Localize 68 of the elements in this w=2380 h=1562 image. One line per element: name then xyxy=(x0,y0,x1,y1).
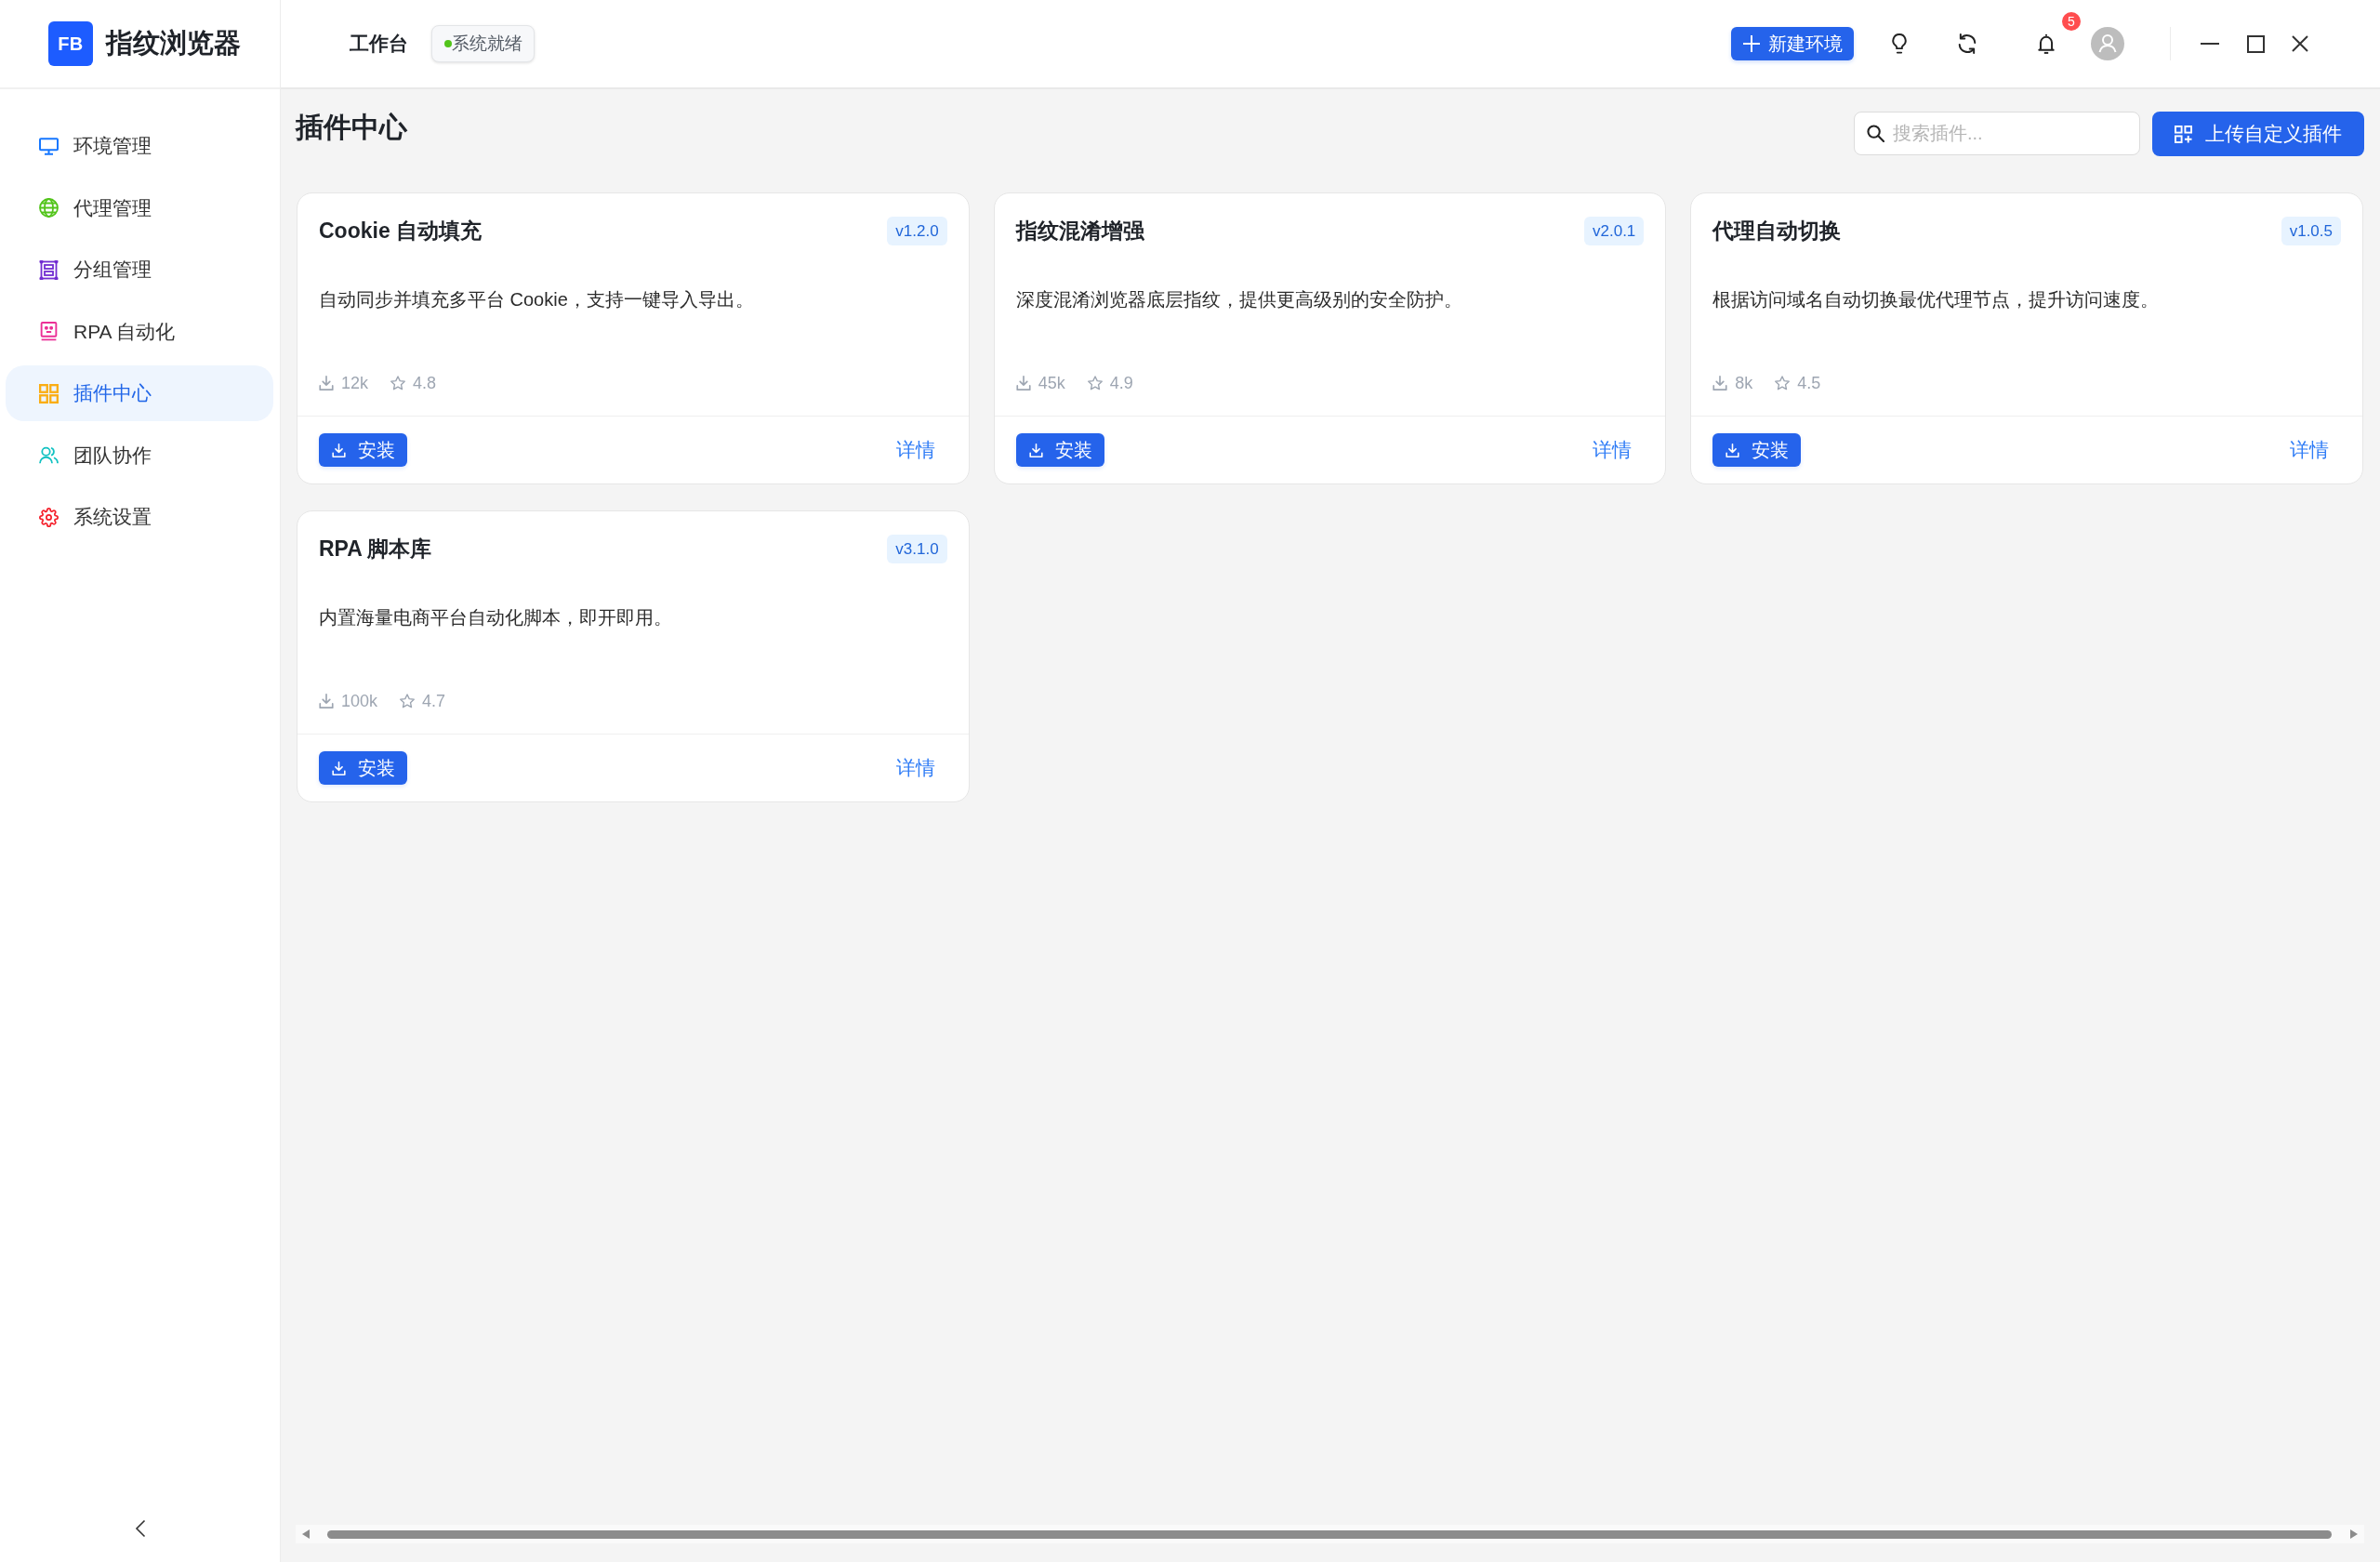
plugin-description: 内置海量电商平台自动化脚本，即开即用。 xyxy=(319,606,673,629)
scrollbar-thumb[interactable] xyxy=(327,1529,2332,1539)
sidebar-item[interactable]: 环境管理 xyxy=(6,118,273,174)
install-button[interactable]: 安装 xyxy=(1712,433,1802,467)
download-icon xyxy=(1028,443,1043,457)
install-button[interactable]: 安装 xyxy=(1015,433,1104,467)
rating-value: 4.5 xyxy=(1797,373,1821,393)
new-environment-button[interactable]: 新建环境 xyxy=(1731,27,1854,60)
download-count: 8k xyxy=(1735,373,1753,393)
page-title: 插件中心 xyxy=(296,111,407,144)
bell-icon[interactable] xyxy=(2036,33,2056,54)
search-icon xyxy=(1867,125,1884,142)
sidebar-item[interactable]: RPA 自动化 xyxy=(6,303,273,360)
plus-icon xyxy=(1743,35,1760,52)
download-count: 12k xyxy=(341,373,369,393)
rating-value: 4.9 xyxy=(1109,373,1133,393)
download-icon xyxy=(1712,376,1728,390)
scroll-left-icon[interactable] xyxy=(302,1529,310,1539)
sidebar-item[interactable]: 系统设置 xyxy=(6,489,273,545)
search-field[interactable]: 搜索插件... xyxy=(1854,112,2140,155)
status-text: 系统就绪 xyxy=(452,33,522,55)
maximize-icon[interactable] xyxy=(2246,34,2265,53)
plugin-title: RPA 脚本库 xyxy=(319,536,432,563)
download-icon xyxy=(332,761,346,775)
refresh-icon[interactable] xyxy=(1957,33,1977,54)
details-link[interactable]: 详情 xyxy=(2290,437,2329,463)
install-button[interactable]: 安装 xyxy=(319,751,407,785)
sidebar-item[interactable]: 插件中心 xyxy=(6,365,273,421)
install-button[interactable]: 安装 xyxy=(319,433,407,467)
lightbulb-icon[interactable] xyxy=(1889,33,1910,54)
sidebar-item[interactable]: 团队协作 xyxy=(6,427,273,483)
app-name: 指纹浏览器 xyxy=(106,27,241,60)
star-icon xyxy=(390,376,406,390)
plugin-title: 代理自动切换 xyxy=(1712,218,1842,245)
sidebar-item[interactable]: 代理管理 xyxy=(6,179,273,236)
rating-value: 4.8 xyxy=(413,373,437,393)
rating-value: 4.7 xyxy=(422,691,446,711)
version-tag: v1.2.0 xyxy=(887,217,947,245)
download-icon xyxy=(1726,443,1740,457)
plugin-description: 根据访问域名自动切换最优代理节点，提升访问速度。 xyxy=(1712,288,2161,311)
sidebar-item[interactable]: 分组管理 xyxy=(6,242,273,298)
version-tag: v2.0.1 xyxy=(1584,217,1645,245)
star-icon xyxy=(1775,376,1791,390)
grid-plus-icon xyxy=(2175,125,2192,143)
workspace-title: 工作台 xyxy=(350,32,408,56)
scroll-right-icon[interactable] xyxy=(2350,1529,2358,1539)
version-tag: v1.0.5 xyxy=(2281,217,2341,245)
download-count: 100k xyxy=(341,691,378,711)
details-link[interactable]: 详情 xyxy=(895,437,935,463)
close-icon[interactable] xyxy=(2292,35,2308,52)
plugin-title: Cookie 自动填充 xyxy=(319,218,483,245)
upload-plugin-button[interactable]: 上传自定义插件 xyxy=(2152,112,2364,156)
plugin-description: 自动同步并填充多平台 Cookie，支持一键导入导出。 xyxy=(319,288,755,311)
download-icon xyxy=(319,376,334,390)
star-icon xyxy=(1087,376,1103,390)
app-logo: FB xyxy=(48,21,93,66)
download-icon xyxy=(332,443,346,457)
details-link[interactable]: 详情 xyxy=(1593,437,1633,463)
plugin-title: 指纹混淆增强 xyxy=(1015,218,1144,245)
details-link[interactable]: 详情 xyxy=(895,755,935,781)
plugin-description: 深度混淆浏览器底层指纹，提供更高级别的安全防护。 xyxy=(1015,288,1463,311)
star-icon xyxy=(400,694,416,708)
notification-badge: 5 xyxy=(2062,12,2081,31)
download-icon xyxy=(1015,376,1031,390)
download-icon xyxy=(319,694,334,708)
download-count: 45k xyxy=(1038,373,1065,393)
chevron-left-icon[interactable] xyxy=(134,1519,146,1538)
version-tag: v3.1.0 xyxy=(887,535,947,563)
